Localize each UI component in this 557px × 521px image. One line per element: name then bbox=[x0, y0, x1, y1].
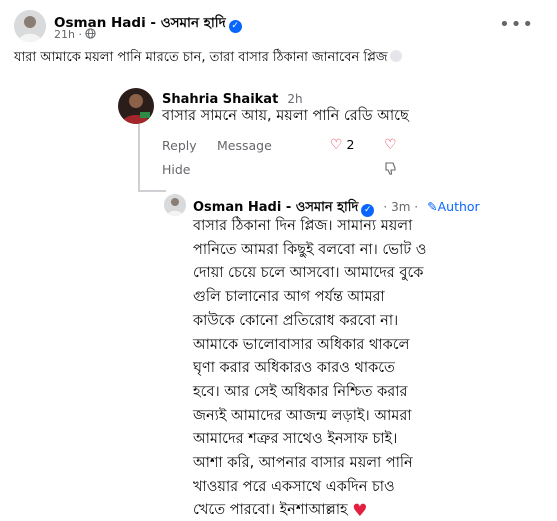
post-author-avatar[interactable] bbox=[14, 10, 46, 42]
hide-button[interactable]: Hide bbox=[162, 162, 191, 177]
thread-connector bbox=[138, 190, 166, 192]
author-badge-label: Author bbox=[437, 199, 480, 214]
reply-button[interactable]: Reply bbox=[162, 138, 197, 153]
dislike-icon[interactable] bbox=[384, 161, 397, 178]
comment-line: আমাদের শত্রুর সাথেও ইনসাফ চাই। bbox=[193, 431, 398, 448]
reaction-count-value: 2 bbox=[346, 137, 355, 152]
comment-line: কাউকে কোনো প্রতিরোধ করবো না। bbox=[193, 312, 399, 329]
comment-time[interactable]: 2h bbox=[287, 92, 302, 106]
comment-line: দোয়া চেয়ে চলে আসবো। আমাদের বুকে bbox=[193, 265, 424, 282]
comment-line: বাসার ঠিকানা দিন প্লিজ। সামান্য ময়লা bbox=[193, 218, 413, 234]
comment-text: বাসার ঠিকানা দিন প্লিজ। সামান্য ময়লা পা… bbox=[193, 215, 543, 521]
author-avatar[interactable] bbox=[164, 194, 186, 216]
comment-line: খাওয়ার পরে একসাথে একদিন চাও bbox=[193, 478, 395, 495]
comment-actions-secondary: Hide bbox=[162, 162, 402, 180]
comment-line: ঘৃণা করার অধিকারও কারও থাকতে bbox=[193, 360, 395, 377]
comment-osman-author: Osman Hadi - ওসমান হাদি ✓ · 3m · ✎Author … bbox=[164, 194, 549, 521]
avatar-image bbox=[14, 10, 46, 42]
comment-line: জন্যই আমাদের আজন্ম লড়াই। আমরা bbox=[193, 407, 412, 424]
post-time[interactable]: 21h bbox=[54, 28, 75, 41]
commenter-name[interactable]: Osman Hadi - ওসমান হাদি bbox=[193, 200, 358, 215]
comment-line: আশা করি, আপনার বাসার ময়লা পানি bbox=[193, 455, 413, 472]
red-heart-emoji-icon: ♥ bbox=[352, 501, 368, 521]
post-text: যারা আমাকে ময়লা পানি মারতে চান, তারা বা… bbox=[14, 48, 402, 69]
post-header: Osman Hadi - ওসমান হাদি ✓ 21h · ••• bbox=[14, 10, 544, 42]
pencil-icon: ✎ bbox=[427, 199, 438, 214]
post-meta: 21h · bbox=[54, 28, 97, 41]
reaction-count[interactable]: ♡ 2 bbox=[330, 137, 355, 153]
comment-time[interactable]: 3m bbox=[391, 200, 410, 214]
thread-line bbox=[138, 124, 140, 192]
message-button[interactable]: Message bbox=[217, 138, 272, 153]
comment-actions: Reply Message ♡ 2 ♡ bbox=[162, 137, 402, 156]
avatar-image bbox=[118, 88, 154, 124]
comment-line: খেতে পারবো। ইনশাআল্লাহ bbox=[193, 502, 348, 519]
thumbs-down-icon bbox=[385, 162, 396, 175]
like-heart-icon[interactable]: ♡ bbox=[384, 137, 397, 153]
avatar-image bbox=[164, 194, 186, 216]
more-options-icon[interactable]: ••• bbox=[499, 14, 534, 35]
verified-badge-icon: ✓ bbox=[228, 20, 242, 33]
post-text-content: যারা আমাকে ময়লা পানি মারতে চান, তারা বা… bbox=[14, 50, 388, 65]
globe-icon bbox=[85, 28, 97, 39]
comment-line: হবে। আর সেই অধিকার নিশ্চিত করার bbox=[193, 383, 408, 400]
heart-outline-icon: ♡ bbox=[330, 137, 343, 153]
comment-text: বাসার সামনে আয়, ময়লা পানি রেডি আছে bbox=[162, 108, 409, 124]
reaction-chip-icon bbox=[389, 50, 402, 62]
comment-line: পানিতে আমরা কিছুই বলবো না। ভোট ও bbox=[193, 241, 427, 258]
comment-line: আমাকে ভালোবাসার অধিকার থাকলে bbox=[193, 336, 410, 353]
author-badge: ✎Author bbox=[427, 199, 480, 214]
comment-line: গুলি চালানোর আগ পর্যন্ত আমরা bbox=[193, 289, 385, 306]
commenter-avatar[interactable] bbox=[118, 88, 154, 124]
